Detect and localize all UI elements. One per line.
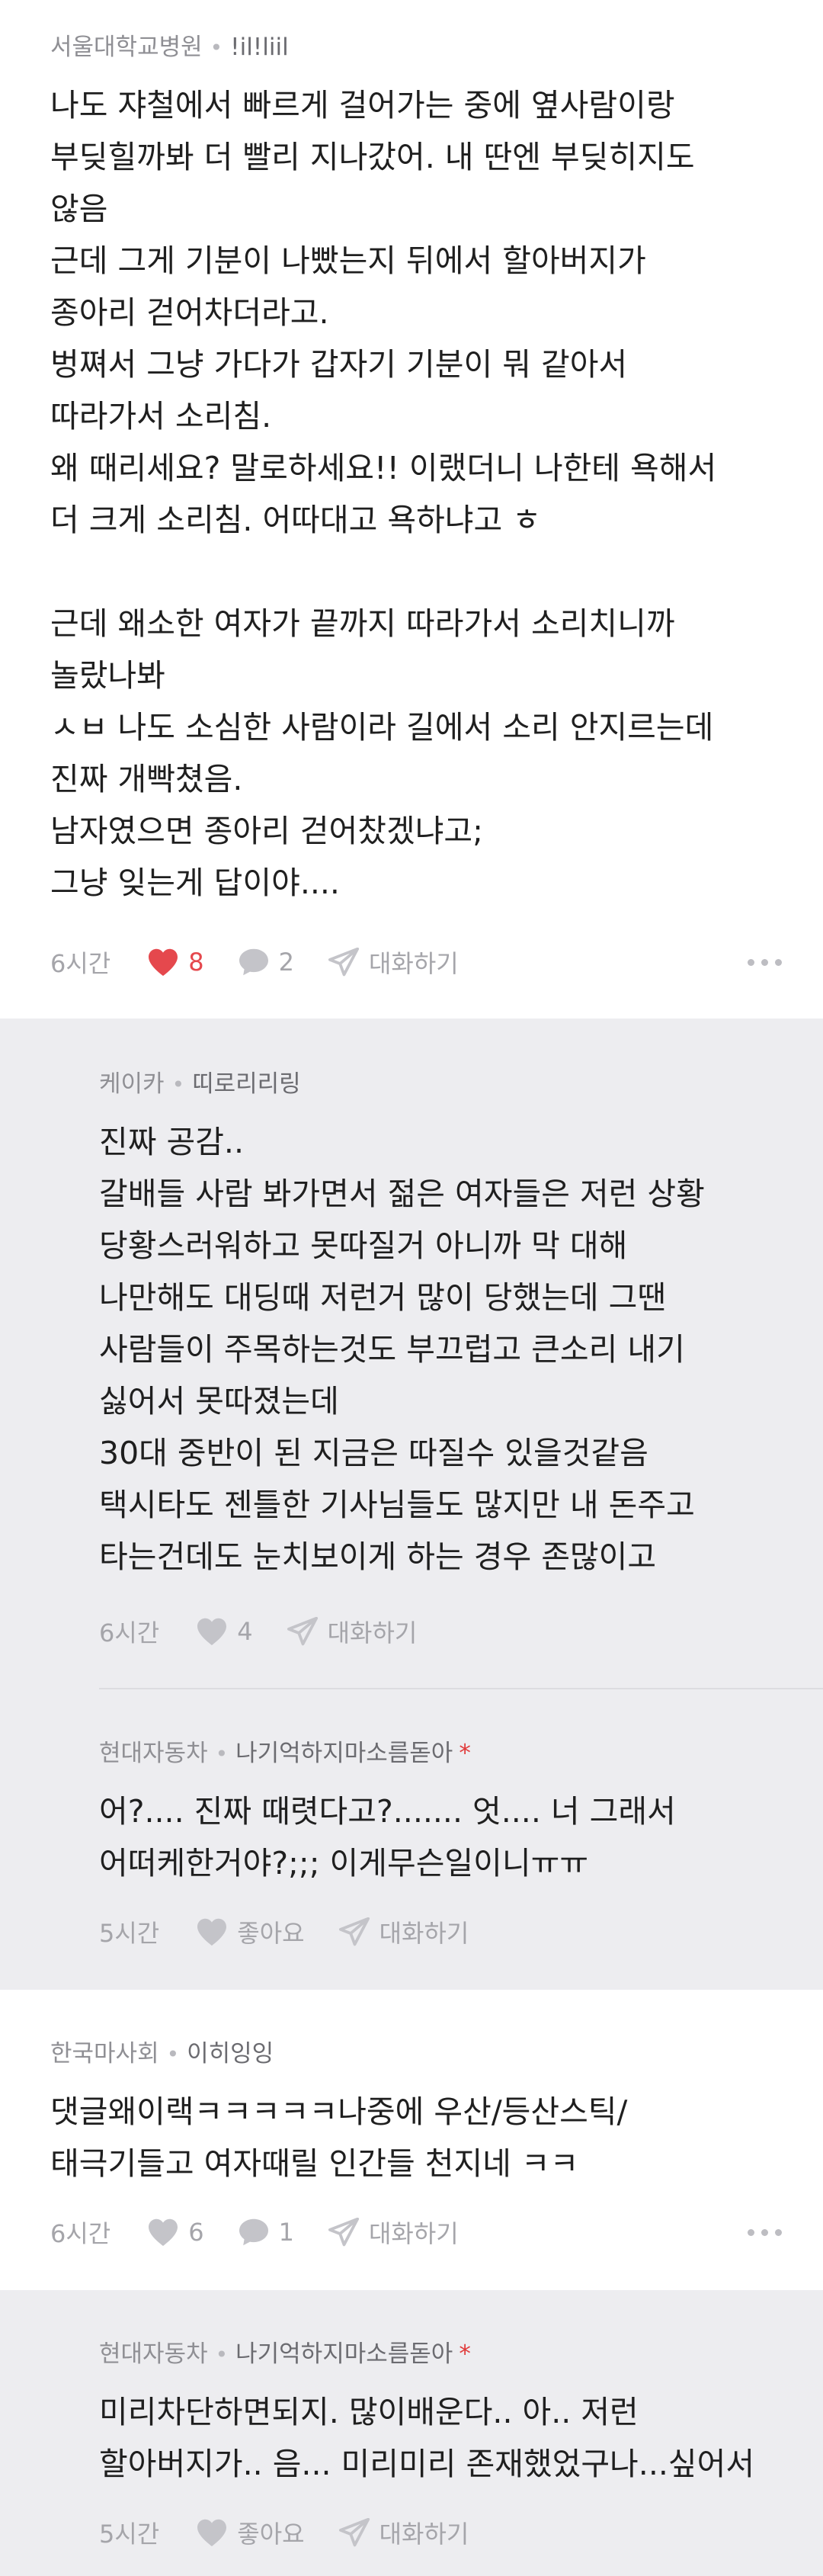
comment-count-button[interactable]: 1 [238,2218,294,2247]
heart-filled-icon [149,948,178,977]
company-name[interactable]: 현대자동차 [99,1740,208,1767]
send-icon [328,2218,360,2247]
comment-meta: 현대자동차 • 나기억하지마소름돋아 * [99,2339,471,2370]
comment-text: 어?.... 진짜 때렷다고?....... 엇.... 너 그래서 어떠케한거… [99,1793,676,1881]
nickname[interactable]: 나기억하지마소름돋아 [235,2340,453,2368]
company-name[interactable]: 서울대학교병원 [50,34,203,61]
comment-actions: 5시간 좋아요 대화하기 [99,2511,777,2554]
heart-icon [197,2519,227,2547]
comment-text: 나도 쟈철에서 빠르게 걸어가는 중에 옆사람이랑 부딪힐까봐 더 빨리 지나갔… [50,87,717,901]
reply-button[interactable]: 대화하기 [328,2215,459,2250]
like-count: 8 [188,948,204,977]
like-label: 좋아요 [237,2520,305,2549]
reply-label: 대화하기 [368,949,459,978]
like-button[interactable]: 좋아요 [196,1914,305,1949]
like-button[interactable]: 8 [147,948,204,977]
timestamp: 5시간 [99,2520,160,2549]
like-count: 4 [237,1617,253,1646]
separator-dot: • [215,2342,229,2367]
comment-count: 2 [278,948,294,977]
reply-3: 현대자동차 • 나기억하지마소름돋아 * 미리차단하면되지. 많이배운다.. 아.. … [0,2290,823,2576]
comment-text: 미리차단하면되지. 많이배운다.. 아.. 저런 할아버지가.. 음... 미리… [99,2394,755,2482]
timestamp: 6시간 [99,1618,160,1647]
send-icon [287,1617,318,1646]
reply-label: 대화하기 [379,1919,469,1948]
comment-text: 진짜 공감.. 갈배들 사람 봐가면서 젊은 여자들은 저런 상황 당황스러워하… [99,1124,705,1575]
comment-actions: 6시간 4 대화하기 [99,1610,777,1653]
comment-meta: 현대자동차 • 나기억하지마소름돋아 * [99,1738,471,1769]
separator-dot: • [171,1072,185,1097]
comment-meta: 케이카 • 띠로리리링 [99,1069,301,1100]
reply-button[interactable]: 대화하기 [287,1614,418,1649]
like-count: 6 [188,2218,204,2247]
reply-label: 대화하기 [368,2219,459,2248]
heart-icon [197,1618,227,1646]
send-icon [338,1917,370,1946]
heart-icon [197,1918,227,1946]
comment-actions: 6시간 8 2 대화하기 [50,941,782,983]
like-button[interactable]: 좋아요 [196,2515,305,2550]
nickname[interactable]: 이히잉잉 [187,2040,274,2068]
separator-dot: • [215,1741,229,1766]
nickname[interactable]: !il!liil [230,34,289,61]
comment-actions: 5시간 좋아요 대화하기 [99,1910,777,1953]
company-name[interactable]: 케이카 [99,1070,165,1098]
separator-dot: • [166,2042,180,2067]
like-label: 좋아요 [237,1919,305,1948]
author-badge: * [459,2340,471,2368]
comment-2: 한국마사회 • 이히잉잉 댓글왜이랙ㅋㅋㅋㅋㅋ나중에 우산/등산스틱/ 태극기들고 … [0,1990,823,2290]
timestamp: 6시간 [50,2219,111,2248]
company-name[interactable]: 한국마사회 [50,2040,159,2068]
reply-button[interactable]: 대화하기 [328,945,459,980]
comment-meta: 한국마사회 • 이히잉잉 [50,2039,274,2070]
nickname[interactable]: 나기억하지마소름돋아 [235,1740,453,1767]
timestamp: 5시간 [99,1919,160,1948]
more-options-icon[interactable] [741,2211,782,2254]
comment-meta: 서울대학교병원 • !il!liil [50,32,289,63]
timestamp: 6시간 [50,949,111,978]
more-options-icon[interactable] [741,941,782,983]
comment-text: 댓글왜이랙ㅋㅋㅋㅋㅋ나중에 우산/등산스틱/ 태극기들고 여자때릴 인간들 천지… [50,2093,628,2182]
comment-1: 서울대학교병원 • !il!liil 나도 쟈철에서 빠르게 걸어가는 중에 옆사람… [0,0,823,1019]
separator-dot: • [210,35,223,60]
speech-bubble-icon [239,948,268,976]
like-button[interactable]: 4 [196,1617,253,1646]
comment-actions: 6시간 6 1 대화하기 [50,2211,782,2254]
send-icon [328,948,360,977]
reply-label: 대화하기 [379,2520,469,2549]
reply-label: 대화하기 [327,1618,418,1647]
nickname[interactable]: 띠로리리링 [192,1070,301,1098]
send-icon [338,2518,370,2547]
reply-1: 케이카 • 띠로리리링 진짜 공감.. 갈배들 사람 봐가면서 젊은 여자들은 저런… [0,1019,823,1689]
company-name[interactable]: 현대자동차 [99,2340,208,2368]
speech-bubble-icon [239,2218,268,2246]
heart-icon [149,2218,178,2247]
reply-button[interactable]: 대화하기 [338,1914,469,1949]
comment-count: 1 [278,2218,294,2247]
author-badge: * [459,1740,471,1767]
like-button[interactable]: 6 [147,2218,204,2247]
reply-button[interactable]: 대화하기 [338,2515,469,2550]
comment-count-button[interactable]: 2 [238,948,294,977]
reply-2: 현대자동차 • 나기억하지마소름돋아 * 어?.... 진짜 때렷다고?.......… [0,1689,823,1990]
